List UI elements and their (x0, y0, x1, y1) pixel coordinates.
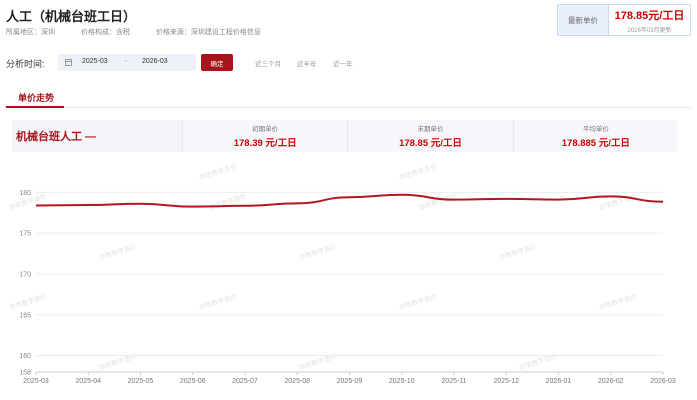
y-tick-label: 180 (19, 190, 31, 197)
y-tick-label: 170 (19, 272, 31, 279)
final-price-value: 178.85 元/工日 (399, 138, 462, 149)
latest-price-box: 最新单价 178.85元/工日 2026年03月更新 (557, 4, 691, 36)
watermark-text: 华筑数字造价 (498, 241, 538, 262)
x-tick-label: 2025-07 (232, 378, 258, 385)
latest-price-value-box: 178.85元/工日 2026年03月更新 (608, 5, 690, 35)
meta-info: 所属地区：深圳 价格构成：含税 价格来源：深圳建设工程价格信息 (6, 27, 285, 37)
x-tick-label: 2026-02 (598, 378, 624, 385)
average-price-cell: 平均单价 178.885 元/工日 (512, 120, 678, 152)
y-tick-label: 160 (19, 353, 31, 360)
initial-price-label: 初期单价 (252, 126, 279, 133)
y-tick-label: 158 (19, 370, 31, 377)
date-range-picker[interactable]: 2025-03 - 2026-03 (58, 54, 196, 71)
x-tick-label: 2025-12 (493, 378, 519, 385)
initial-price-value: 178.39 元/工日 (233, 138, 297, 149)
average-price-value: 178.885 元/工日 (561, 138, 630, 149)
watermark-text: 华筑数字造价 (98, 351, 138, 372)
x-tick-label: 2025-06 (180, 378, 206, 385)
series-name: 机械台班人工 — (16, 131, 97, 143)
watermark-text: 华筑数字造价 (418, 191, 458, 212)
watermark-text: 华筑数字造价 (198, 291, 238, 312)
watermark-text: 华筑数字造价 (598, 191, 638, 212)
watermark-text: 华筑数字造价 (518, 351, 558, 372)
analysis-bar: 分析时间: 2025-03 - 2026-03 确定 近三个月 近半年 近一年 (0, 48, 697, 77)
latest-price: 178.85元/工日 (614, 9, 685, 22)
x-tick-label: 2026-01 (546, 378, 572, 385)
price-composition-text: 价格构成：含税 (80, 29, 130, 36)
price-trend-chart[interactable]: 华筑数字造价 华筑数字造价 华筑数字造价 华筑数字造价华筑数字造价 华筑数字造价 华筑数字… (0, 160, 697, 400)
watermark-text: 华筑数字造价 (398, 161, 438, 182)
average-price-label: 平均单价 (582, 126, 609, 133)
y-tick-label: 165 (19, 312, 31, 319)
x-tick-label: 2025-03 (23, 378, 49, 385)
watermark-text: 华筑数字造价 (98, 241, 138, 262)
watermark-text: 华筑数字造价 (598, 291, 638, 312)
latest-price-label: 最新单价 (568, 15, 598, 25)
quick-one-year[interactable]: 近一年 (333, 58, 353, 68)
summary-strip: 机械台班人工 — 初期单价 178.39 元/工日 末期单价 178.85 元/… (12, 120, 678, 152)
final-price-cell: 末期单价 178.85 元/工日 (347, 120, 513, 152)
x-tick-label: 2025-09 (337, 378, 363, 385)
date-separator: - (125, 58, 128, 65)
tab-price-trend[interactable]: 单价走势 (6, 88, 64, 108)
analysis-time-label: 分析时间: (6, 59, 45, 69)
page-title: 人工（机械台班工日） (6, 9, 137, 24)
x-tick-label: 2025-11 (441, 378, 466, 385)
watermark-text: 华筑数字造价 (198, 161, 238, 182)
quick-half-year[interactable]: 近半年 (297, 58, 317, 68)
x-tick-label: 2026-03 (650, 378, 676, 385)
watermark-text: 华筑数字造价 (208, 191, 248, 212)
region-text: 所属地区：深圳 (6, 29, 55, 36)
latest-update-date: 2026年03月更新 (627, 27, 672, 34)
x-tick-label: 2025-04 (75, 378, 101, 385)
initial-price-cell: 初期单价 178.39 元/工日 (182, 120, 348, 152)
final-price-label: 末期单价 (417, 126, 444, 133)
start-date[interactable]: 2025-03 (82, 58, 108, 65)
price-source-text: 价格来源：深圳建设工程价格信息 (155, 29, 261, 36)
y-tick-label: 175 (19, 231, 31, 238)
x-tick-label: 2025-08 (284, 378, 310, 385)
watermark-text: 华筑数字造价 (8, 291, 48, 312)
confirm-button[interactable]: 确定 (201, 54, 233, 71)
quick-three-months[interactable]: 近三个月 (255, 58, 281, 68)
tab-bar: 单价走势 (6, 88, 691, 108)
calendar-icon (65, 59, 72, 66)
end-date[interactable]: 2026-03 (142, 58, 168, 65)
watermark-text: 华筑数字造价 (298, 351, 338, 372)
watermark-text: 华筑数字造价 (398, 291, 438, 312)
watermark-text: 华筑数字造价 (298, 241, 338, 262)
x-tick-label: 2025-05 (128, 378, 154, 385)
x-tick-label: 2025-10 (389, 378, 415, 385)
